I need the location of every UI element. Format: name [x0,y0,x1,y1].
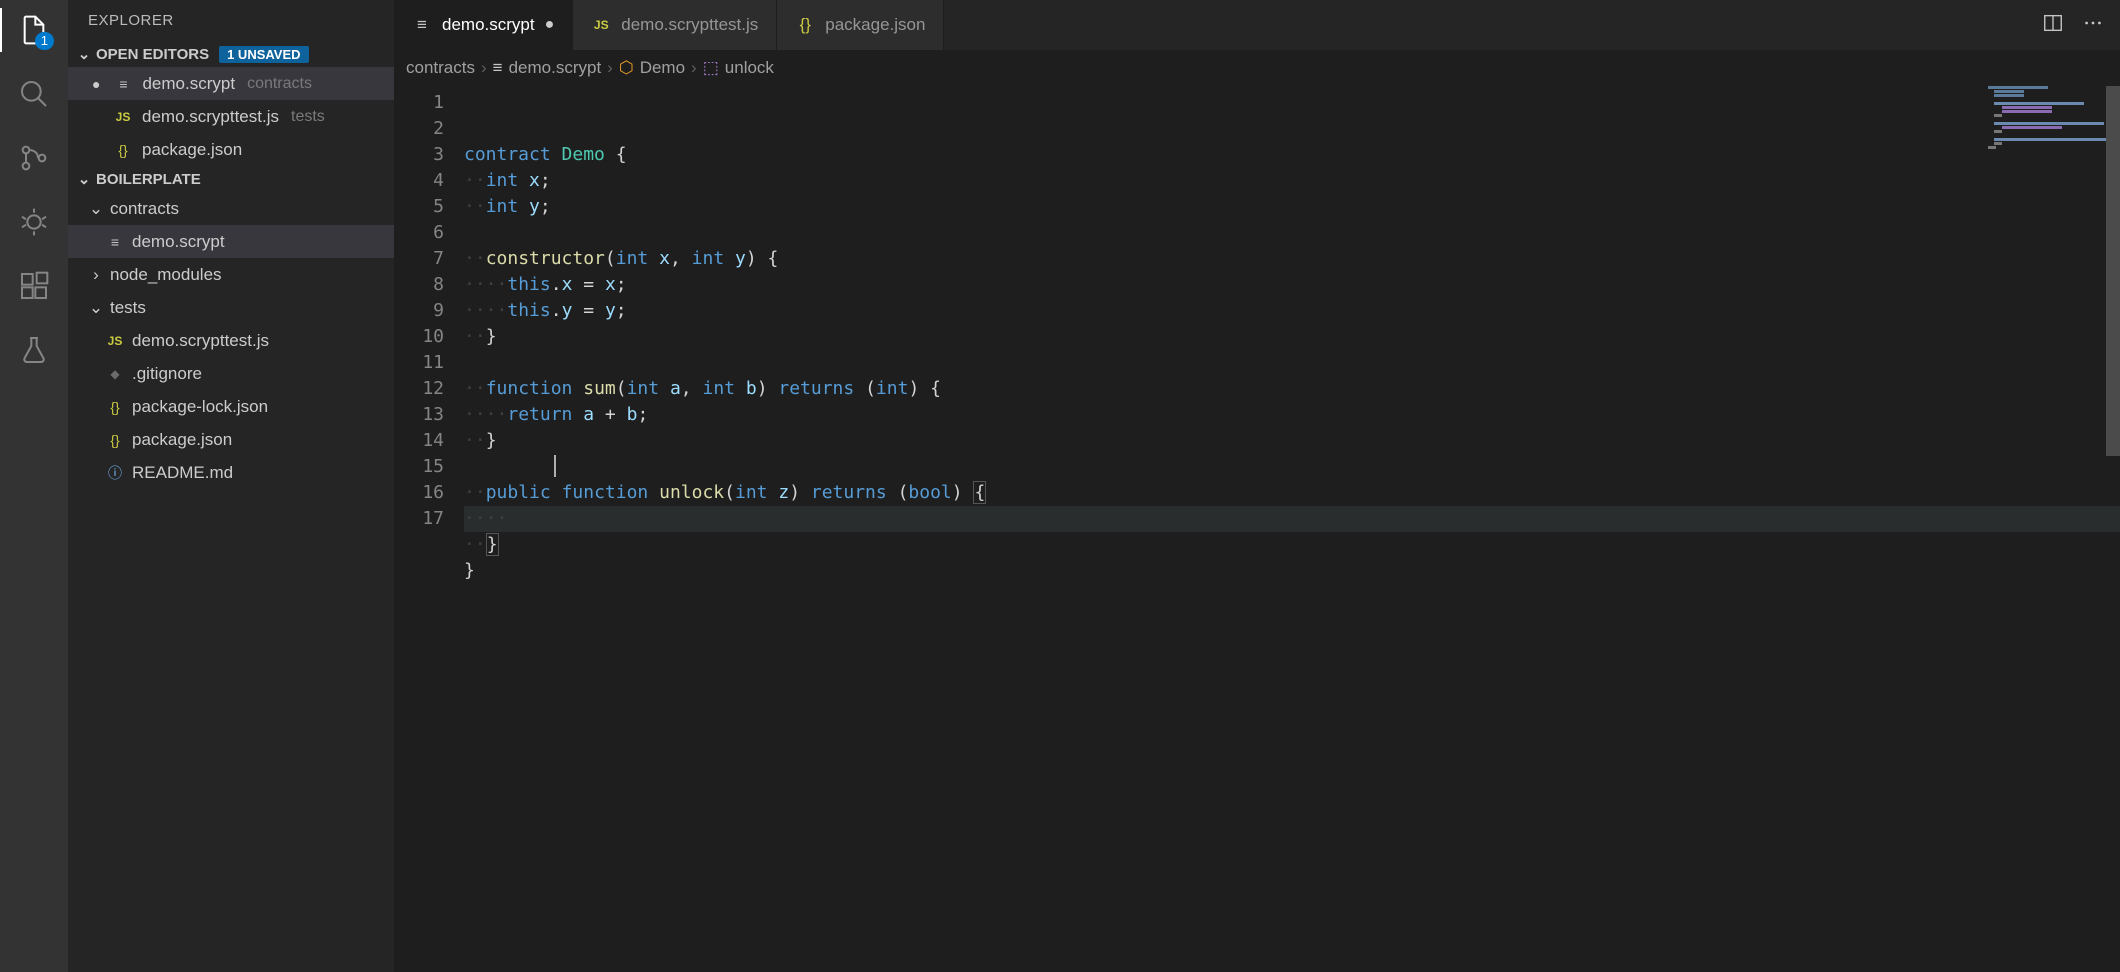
tab-demo-test[interactable]: JS demo.scrypttest.js [573,0,777,50]
chevron-right-icon: › [691,58,697,78]
main-area: ≡ demo.scrypt ● JS demo.scrypttest.js {}… [394,0,2120,972]
chevron-right-icon: › [607,58,613,78]
extensions-icon[interactable] [16,268,52,304]
file-gitignore[interactable]: ◆ .gitignore [68,357,394,390]
file-name: demo.scrypttest.js [142,107,279,127]
tab-label: demo.scrypttest.js [621,15,758,35]
json-icon: {} [795,15,815,35]
open-editor-item[interactable]: {} package.json [68,133,394,166]
code-content[interactable]: contract Demo {··int x;··int y; ··constr… [464,86,2120,972]
debug-icon[interactable] [16,204,52,240]
chevron-down-icon: ⌄ [76,45,92,63]
project-header[interactable]: ⌄ BOILERPLATE [68,166,394,192]
file-demo-test[interactable]: JS demo.scrypttest.js [68,324,394,357]
tab-demo-scrypt[interactable]: ≡ demo.scrypt ● [394,0,573,50]
activity-bar: 1 [0,0,68,972]
file-icon: ≡ [112,73,134,95]
sidebar: EXPLORER ⌄ OPEN EDITORS 1 UNSAVED ≡ demo… [68,0,394,972]
tab-actions [2026,0,2120,50]
text-cursor [554,455,556,477]
breadcrumbs[interactable]: contracts › ≡ demo.scrypt › ⬡ Demo › ⬚ u… [394,50,2120,86]
vertical-scrollbar[interactable] [2106,86,2120,456]
folder-label: node_modules [110,265,222,285]
file-name: package-lock.json [132,397,268,417]
file-icon: ≡ [412,15,432,35]
open-editor-item[interactable]: JS demo.scrypttest.js tests [68,100,394,133]
tab-label: demo.scrypt [442,15,535,35]
class-icon: ⬡ [619,58,634,78]
file-name: demo.scrypt [132,232,225,252]
info-icon: ⓘ [104,462,126,484]
file-readme[interactable]: ⓘ README.md [68,456,394,489]
tab-package-json[interactable]: {} package.json [777,0,944,50]
open-editor-item[interactable]: ≡ demo.scrypt contracts [68,67,394,100]
json-icon: {} [112,139,134,161]
file-name: demo.scrypt [142,74,235,94]
json-icon: {} [104,429,126,451]
folder-label: contracts [110,199,179,219]
file-name: package.json [132,430,232,450]
file-name: demo.scrypttest.js [132,331,269,351]
js-icon: JS [112,106,134,128]
method-icon: ⬚ [703,58,719,78]
line-gutter: 1234567891011121314151617 [394,86,464,972]
folder-tests[interactable]: ⌄ tests [68,291,394,324]
js-icon: JS [104,330,126,352]
breadcrumb-method[interactable]: unlock [725,58,774,78]
explorer-badge: 1 [35,32,54,50]
file-hint: contracts [247,75,312,93]
file-package-lock[interactable]: {} package-lock.json [68,390,394,423]
chevron-down-icon: ⌄ [88,298,104,318]
search-icon[interactable] [16,76,52,112]
file-icon: ≡ [493,58,503,78]
file-name: .gitignore [132,364,202,384]
unsaved-badge: 1 UNSAVED [219,46,308,63]
dirty-indicator: ● [545,16,555,34]
file-name: package.json [142,140,242,160]
minimap[interactable] [1980,86,2120,206]
open-editors-header[interactable]: ⌄ OPEN EDITORS 1 UNSAVED [68,41,394,67]
tab-bar: ≡ demo.scrypt ● JS demo.scrypttest.js {}… [394,0,2120,50]
file-hint: tests [291,108,325,126]
split-editor-icon[interactable] [2042,12,2064,39]
file-package-json[interactable]: {} package.json [68,423,394,456]
tab-label: package.json [825,15,925,35]
chevron-down-icon: ⌄ [76,170,92,188]
file-demo-scrypt[interactable]: ≡ demo.scrypt [68,225,394,258]
breadcrumb-folder[interactable]: contracts [406,58,475,78]
editor[interactable]: 1234567891011121314151617 contract Demo … [394,86,2120,972]
diamond-icon: ◆ [104,363,126,385]
sidebar-title: EXPLORER [68,0,394,41]
json-icon: {} [104,396,126,418]
folder-node-modules[interactable]: › node_modules [68,258,394,291]
folder-label: tests [110,298,146,318]
explorer-icon[interactable]: 1 [16,12,52,48]
js-icon: JS [591,15,611,35]
folder-contracts[interactable]: ⌄ contracts [68,192,394,225]
chevron-right-icon: › [481,58,487,78]
chevron-right-icon: › [88,265,104,285]
flask-icon[interactable] [16,332,52,368]
breadcrumb-file[interactable]: demo.scrypt [509,58,602,78]
source-control-icon[interactable] [16,140,52,176]
open-editors-label: OPEN EDITORS [96,46,209,63]
project-label: BOILERPLATE [96,171,201,188]
chevron-down-icon: ⌄ [88,199,104,219]
more-actions-icon[interactable] [2082,12,2104,39]
file-name: README.md [132,463,233,483]
file-icon: ≡ [104,231,126,253]
breadcrumb-class[interactable]: Demo [640,58,685,78]
